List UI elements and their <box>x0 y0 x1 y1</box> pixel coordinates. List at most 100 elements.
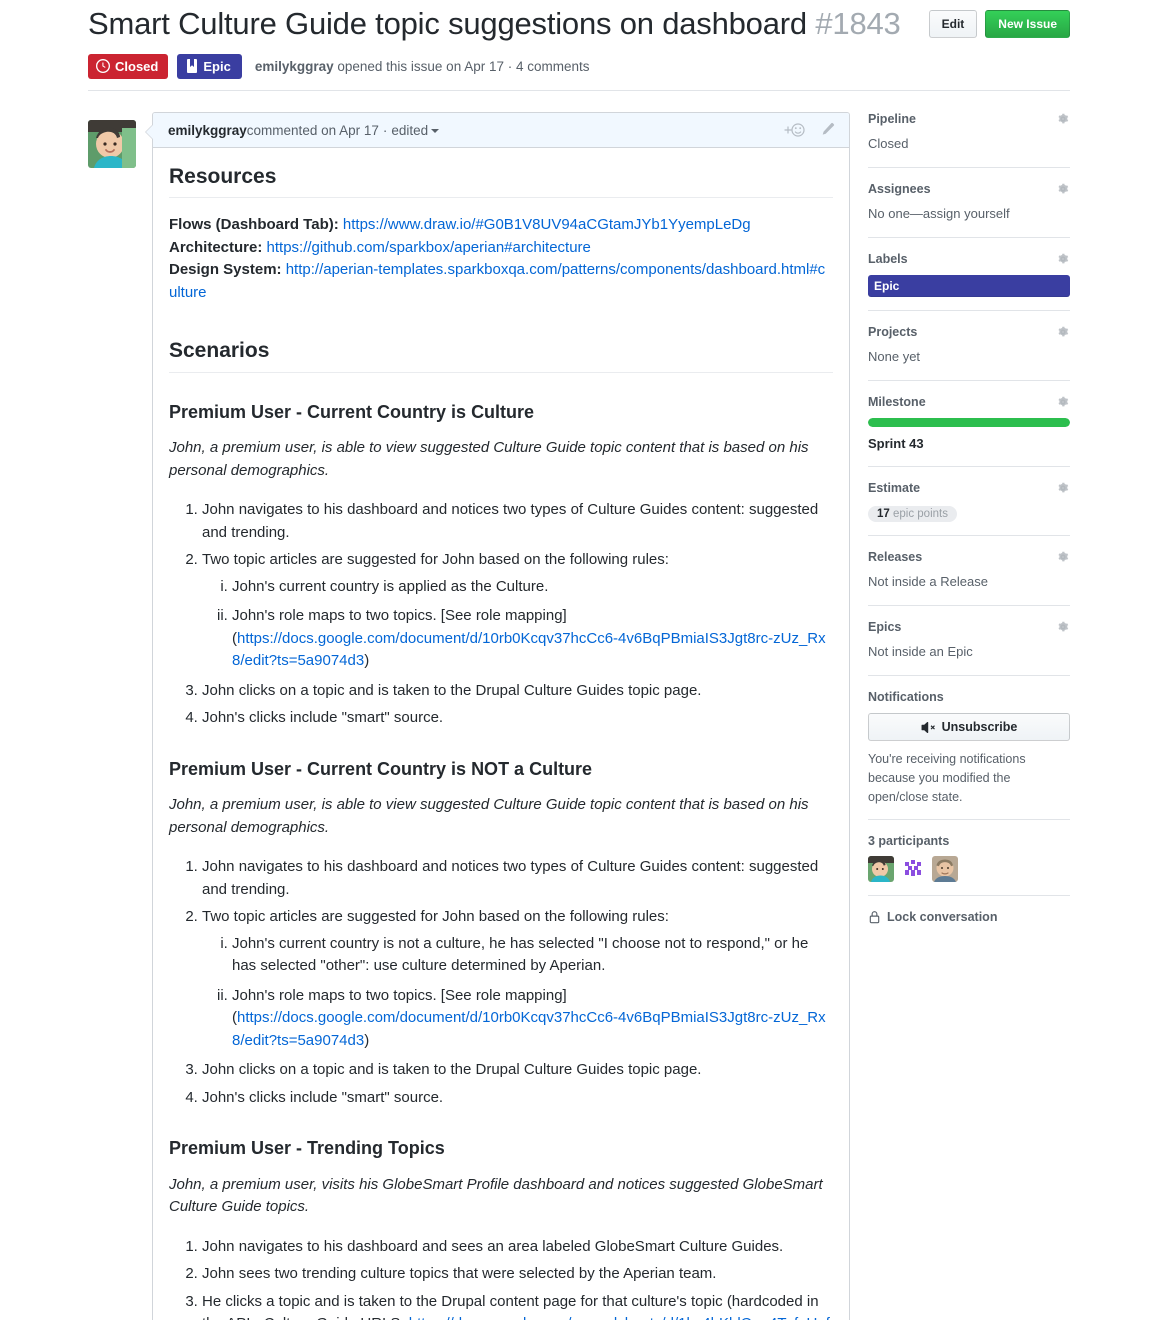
bookmark-icon <box>186 59 198 74</box>
issue-body: emilykggray commented on Apr 17 · edited <box>88 112 1070 1320</box>
list-item: Two topic articles are suggested for Joh… <box>202 906 833 1052</box>
notifications-note: You're receiving notifications because y… <box>868 752 1026 804</box>
labels-title: Labels <box>868 251 908 266</box>
releases-title: Releases <box>868 550 923 565</box>
resource-label-architecture: Architecture: <box>169 238 267 256</box>
comment-row: emilykggray commented on Apr 17 · edited <box>88 112 850 1320</box>
scenario-2-role-mapping-link[interactable]: https://docs.google.com/document/d/10rb0… <box>232 1009 826 1049</box>
list-item: John's clicks include "smart" source. <box>202 1087 833 1110</box>
scenario-3-title: Premium User - Trending Topics <box>169 1138 445 1158</box>
unsubscribe-button[interactable]: Unsubscribe <box>868 713 1070 742</box>
avatar[interactable] <box>868 856 894 883</box>
issue-meta-rest: opened this issue on Apr 17 · 4 comments <box>333 58 590 74</box>
chevron-down-icon <box>431 128 440 133</box>
sidebar-section-notifications: Notifications Unsubscribe You're receivi… <box>868 690 1070 821</box>
assignees-header: Assignees <box>868 182 1070 196</box>
list-item: John's current country is not a culture,… <box>232 933 833 978</box>
sidebar-section-participants: 3 participants <box>868 834 1070 897</box>
comment-author[interactable]: emilykggray <box>168 123 247 138</box>
lock-icon <box>868 910 881 924</box>
scenario-1-role-mapping-link[interactable]: https://docs.google.com/document/d/10rb0… <box>232 630 826 670</box>
pipeline-value: Closed <box>868 136 909 151</box>
assignees-title: Assignees <box>868 181 931 196</box>
scenario-2-substeps: John's current country is not a culture,… <box>202 933 833 1053</box>
pipeline-header: Pipeline <box>868 112 1070 126</box>
resource-label-design-system: Design System: <box>169 261 286 279</box>
epics-title: Epics <box>868 620 902 635</box>
scenario-1-title: Premium User - Current Country is Cultur… <box>169 401 535 422</box>
gear-icon[interactable] <box>1056 395 1070 409</box>
epic-badge-label: Epic <box>203 58 231 74</box>
title-row: Smart Culture Guide topic suggestions on… <box>88 0 1070 43</box>
assignees-value[interactable]: No one—assign yourself <box>868 205 1070 224</box>
avatar[interactable] <box>932 856 958 883</box>
gear-icon[interactable] <box>1056 252 1070 266</box>
lock-conversation-button[interactable]: Lock conversation <box>868 910 1070 924</box>
resource-link-flows[interactable]: https://www.draw.io/#G0B1V8UV94aCGtamJYb… <box>343 216 751 233</box>
scenarios-heading: Scenarios <box>169 338 833 373</box>
issue-title-text: Smart Culture Guide topic suggestions on… <box>88 6 807 41</box>
estimate-header: Estimate <box>868 481 1070 495</box>
comment-box: emilykggray commented on Apr 17 · edited <box>145 112 850 1320</box>
milestone-value[interactable]: Sprint 43 <box>868 435 1070 454</box>
issue-closed-icon <box>96 59 110 74</box>
estimate-title: Estimate <box>868 481 921 496</box>
lock-conversation-label: Lock conversation <box>887 910 998 925</box>
issue-number: #1843 <box>815 6 901 41</box>
list-item: Two topic articles are suggested for Joh… <box>202 549 833 673</box>
issue-header: Smart Culture Guide topic suggestions on… <box>88 0 1070 79</box>
epic-badge[interactable]: Epic <box>177 53 242 79</box>
edit-button[interactable]: Edit <box>928 10 978 38</box>
projects-value: None yet <box>868 348 921 364</box>
labels-header: Labels <box>868 252 1070 266</box>
gear-icon[interactable] <box>1056 481 1070 495</box>
page-title: Smart Culture Guide topic suggestions on… <box>88 6 929 43</box>
scenario-1-step2-text: Two topic articles are suggested for Joh… <box>202 551 669 568</box>
scenario-2-step2-text: Two topic articles are suggested for Joh… <box>202 908 669 925</box>
epics-header: Epics <box>868 620 1070 634</box>
sidebar-section-labels: Labels Epic <box>868 252 1070 311</box>
mute-icon <box>921 721 936 734</box>
sidebar-section-estimate: Estimate 17 epic points <box>868 481 1070 537</box>
estimate-points-label: epic points <box>889 508 948 521</box>
unsubscribe-label: Unsubscribe <box>941 720 1018 735</box>
scenario-1-summary: John, a premium user, is able to view su… <box>169 439 809 479</box>
timeline-column: emilykggray commented on Apr 17 · edited <box>88 112 850 1320</box>
scenario-2-title: Premium User - Current Country is NOT a … <box>169 758 593 779</box>
sidebar-section-epics: Epics Not inside an Epic <box>868 620 1070 677</box>
resources-heading: Resources <box>169 164 833 199</box>
list-item: John navigates to his dashboard and sees… <box>202 1236 833 1259</box>
scenario-1-sub-ii-text: John's role maps to two topics. [See rol… <box>232 607 567 624</box>
pipeline-title: Pipeline <box>868 112 916 126</box>
releases-value: Not inside a Release <box>868 574 988 590</box>
new-issue-button[interactable]: New Issue <box>985 10 1070 38</box>
milestone-title: Milestone <box>868 394 926 409</box>
avatar[interactable] <box>88 120 136 168</box>
gear-icon[interactable] <box>1056 325 1070 339</box>
label-chip-epic[interactable]: Epic <box>868 274 1070 297</box>
notifications-title: Notifications <box>868 690 944 705</box>
resource-link-architecture[interactable]: https://github.com/sparkbox/aperian#arch… <box>267 239 591 256</box>
projects-header: Projects <box>868 325 1070 339</box>
avatar[interactable] <box>900 856 926 883</box>
epics-value: Not inside an Epic <box>868 644 973 660</box>
gear-icon[interactable] <box>1056 112 1070 126</box>
issue-author-link[interactable]: emilykggray <box>255 59 334 74</box>
gear-icon[interactable] <box>1056 550 1070 564</box>
status-badge-label: Closed <box>115 58 159 74</box>
add-reaction-icon[interactable] <box>783 122 805 138</box>
list-item: John's role maps to two topics. [See rol… <box>232 985 833 1053</box>
releases-header: Releases <box>868 550 1070 564</box>
issue-meta-text: emilykggray opened this issue on Apr 17 … <box>255 59 590 74</box>
milestone-progress-bar <box>868 417 1070 427</box>
comment-header-actions <box>783 122 835 138</box>
sidebar-section-assignees: Assignees No one—assign yourself <box>868 182 1070 238</box>
pencil-icon[interactable] <box>819 122 835 138</box>
gear-icon[interactable] <box>1056 620 1070 634</box>
sidebar-section-lock: Lock conversation <box>868 910 1070 937</box>
scenario-1-steps: John navigates to his dashboard and noti… <box>169 499 833 730</box>
scenario-1-sub-ii-close: ) <box>364 652 370 669</box>
comment-edited-dropdown[interactable]: edited <box>391 123 440 138</box>
title-actions: Edit New Issue <box>928 6 1070 38</box>
gear-icon[interactable] <box>1056 182 1070 196</box>
